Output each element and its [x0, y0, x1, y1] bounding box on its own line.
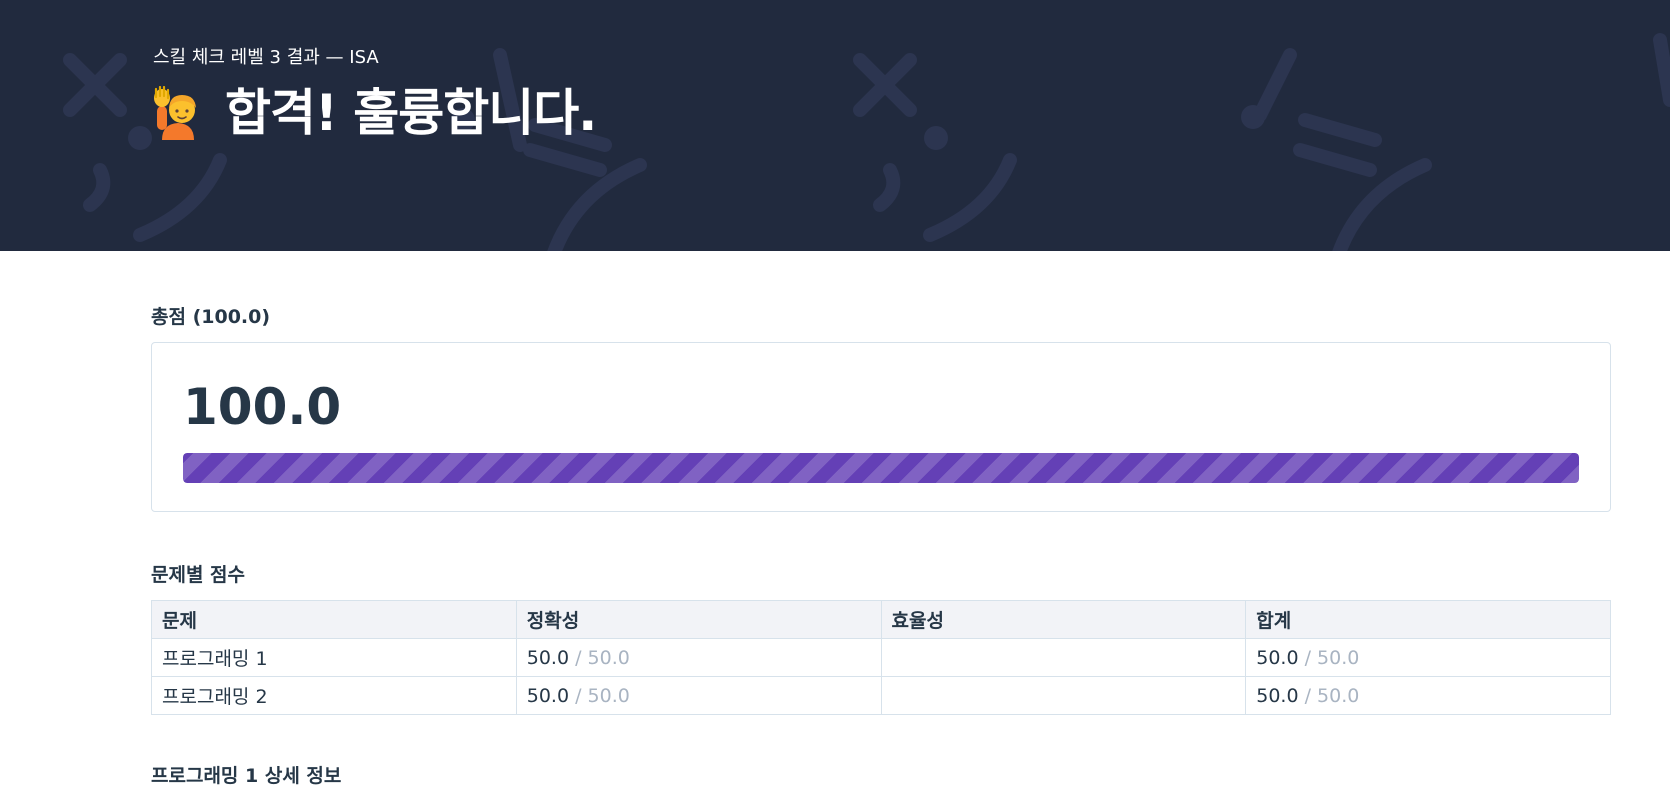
score-table: 문제 정확성 효율성 합계 프로그래밍 1 50.0 / 50.0 50.0 /…: [151, 600, 1611, 715]
efficiency-score: [880, 638, 1247, 677]
person-raising-hand-icon: [154, 86, 196, 140]
efficiency-score: [880, 676, 1247, 715]
total-score-value: 100.0: [183, 378, 342, 436]
score-max: / 50.0: [1298, 684, 1360, 707]
result-content: 총점 (100.0) 100.0 문제별 점수 문제 정확성 효율성 합계 프로…: [151, 251, 1611, 789]
total-score-card: 100.0: [151, 342, 1611, 512]
score-value: 50.0: [526, 646, 570, 669]
score-value: 50.0: [1256, 646, 1299, 669]
page-subtitle: 스킬 체크 레벨 3 결과 — ISA: [153, 47, 379, 68]
page-title: 합격! 훌륭합니다.: [225, 84, 597, 142]
score-table-title: 문제별 점수: [151, 564, 246, 586]
total-score-label: 총점 (100.0): [151, 306, 271, 328]
column-header-accuracy: 정확성: [515, 600, 882, 639]
score-progress-fill: [183, 453, 1579, 483]
score-max: / 50.0: [1298, 646, 1360, 669]
problem-name: 프로그래밍 1: [151, 638, 517, 677]
column-header-total: 합계: [1245, 600, 1611, 639]
score-value: 50.0: [1256, 684, 1299, 707]
total-score: 50.0 / 50.0: [1245, 638, 1611, 677]
score-value: 50.0: [526, 684, 570, 707]
table-row: 프로그래밍 1 50.0 / 50.0 50.0 / 50.0: [151, 638, 1611, 677]
accuracy-score: 50.0 / 50.0: [515, 638, 882, 677]
detail-section-title: 프로그래밍 1 상세 정보: [151, 765, 342, 787]
score-max: / 50.0: [569, 684, 630, 707]
column-header-efficiency: 효율성: [880, 600, 1247, 639]
total-score: 50.0 / 50.0: [1245, 676, 1611, 715]
result-header: 스킬 체크 레벨 3 결과 — ISA 합격! 훌륭합니다.: [0, 0, 1670, 251]
accuracy-score: 50.0 / 50.0: [515, 676, 882, 715]
table-row: 프로그래밍 2 50.0 / 50.0 50.0 / 50.0: [151, 676, 1611, 715]
score-progress-bar: [183, 453, 1579, 483]
score-max: / 50.0: [569, 646, 630, 669]
problem-name: 프로그래밍 2: [151, 676, 517, 715]
table-header-row: 문제 정확성 효율성 합계: [151, 600, 1611, 639]
column-header-problem: 문제: [151, 600, 517, 639]
